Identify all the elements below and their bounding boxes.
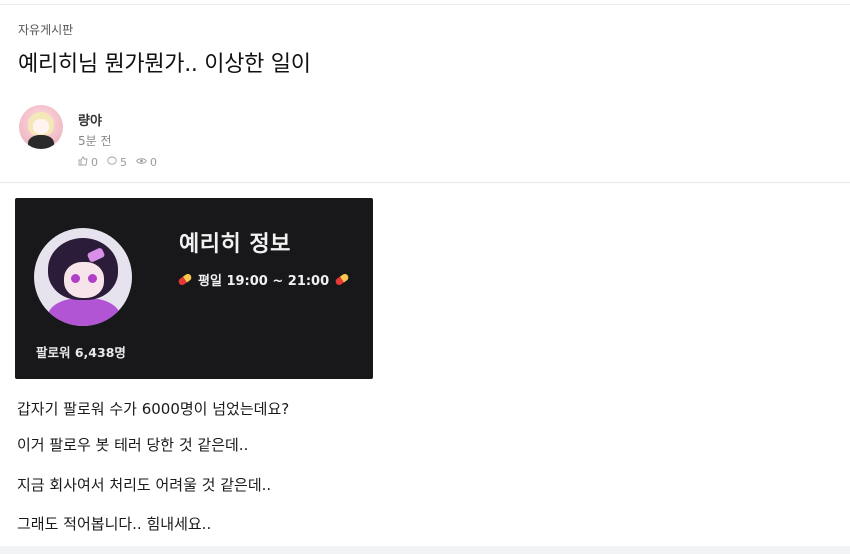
card-title: 예리히 정보 — [179, 232, 291, 257]
header-divider — [0, 182, 850, 183]
like-count: 0 — [91, 156, 98, 169]
schedule-text: 평일 19:00 ~ 21:00 — [198, 274, 330, 289]
follower-count: 팔로워 6,438명 — [36, 345, 126, 360]
content-line: 지금 회사여서 처리도 어려울 것 같은데.. — [17, 476, 272, 494]
pill-icon — [177, 272, 193, 287]
post-stats: 0 5 0 — [78, 156, 157, 169]
content-line: 갑자기 팔로워 수가 6000명이 넘었는데요? — [17, 400, 290, 418]
streamer-info-image: 팔로워 6,438명 예리히 정보 평일 19:00 ~ 21:00 — [15, 198, 373, 379]
content-line: 이거 팔로우 봇 테러 당한 것 같은데.. — [17, 436, 249, 454]
comment-count: 5 — [120, 156, 127, 169]
stream-schedule: 평일 19:00 ~ 21:00 — [177, 270, 350, 289]
eye-icon — [136, 156, 147, 169]
top-divider — [0, 4, 850, 5]
post-title: 예리히님 뭔가뭔가.. 이상한 일이 — [18, 52, 311, 77]
author-name[interactable]: 량야 — [78, 110, 102, 129]
pill-icon — [334, 272, 350, 287]
view-count: 0 — [150, 156, 157, 169]
content-line: 그래도 적어봅니다.. 힘내세요.. — [17, 515, 212, 533]
streamer-avatar — [34, 228, 132, 326]
thumbs-up-icon[interactable] — [78, 156, 88, 169]
board-name-link[interactable]: 자유게시판 — [18, 21, 73, 38]
comment-icon[interactable] — [107, 156, 117, 169]
author-avatar[interactable] — [19, 105, 63, 149]
post-time: 5분 전 — [78, 134, 112, 148]
bottom-divider — [0, 546, 850, 554]
